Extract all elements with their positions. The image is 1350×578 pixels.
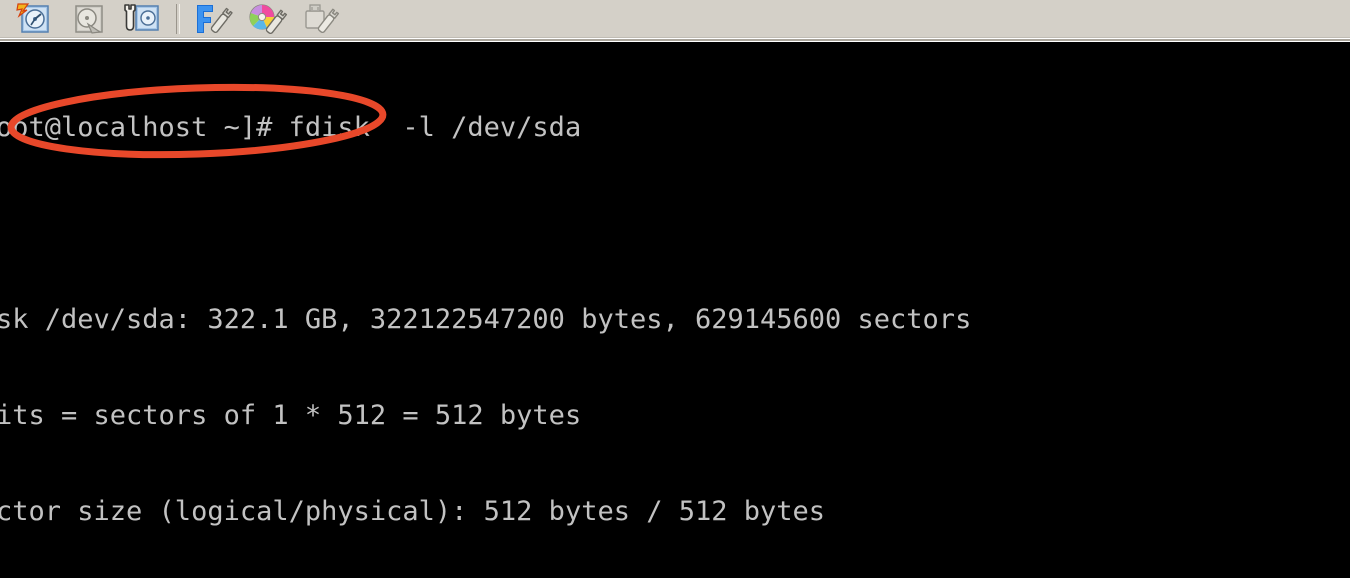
toolbar-separator — [176, 4, 180, 34]
burn-disc-icon[interactable] — [240, 1, 294, 37]
application-window: oot@localhost ~]# fdisk -l /dev/sda sk /… — [0, 0, 1350, 578]
disk-settings-icon[interactable] — [116, 1, 170, 37]
terminal-line-blank-1 — [0, 208, 1350, 240]
disk-copy-icon[interactable] — [62, 1, 116, 37]
terminal-line-sector-size: ctor size (logical/physical): 512 bytes … — [0, 496, 826, 527]
toolbar — [0, 0, 1350, 38]
format-partition-icon[interactable] — [186, 1, 240, 37]
terminal-line-disk-summary: sk /dev/sda: 322.1 GB, 322122547200 byte… — [0, 304, 972, 335]
terminal-line-units: its = sectors of 1 * 512 = 512 bytes — [0, 400, 582, 431]
disk-management-icon[interactable] — [8, 1, 62, 37]
terminal-line-command: oot@localhost ~]# fdisk -l /dev/sda — [0, 112, 582, 143]
terminal-output[interactable]: oot@localhost ~]# fdisk -l /dev/sda sk /… — [0, 42, 1350, 578]
usb-tools-icon[interactable] — [294, 1, 348, 37]
